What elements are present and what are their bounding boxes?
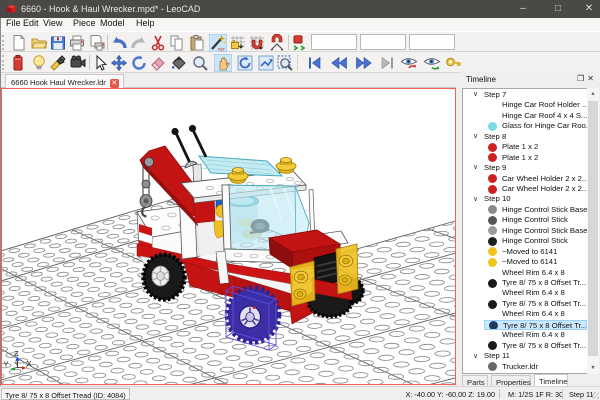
svg-text:Y: Y <box>4 360 9 369</box>
svg-text:Z: Z <box>14 349 19 358</box>
svg-text:X: X <box>27 359 32 368</box>
svg-text:xyz: xyz <box>218 46 226 51</box>
